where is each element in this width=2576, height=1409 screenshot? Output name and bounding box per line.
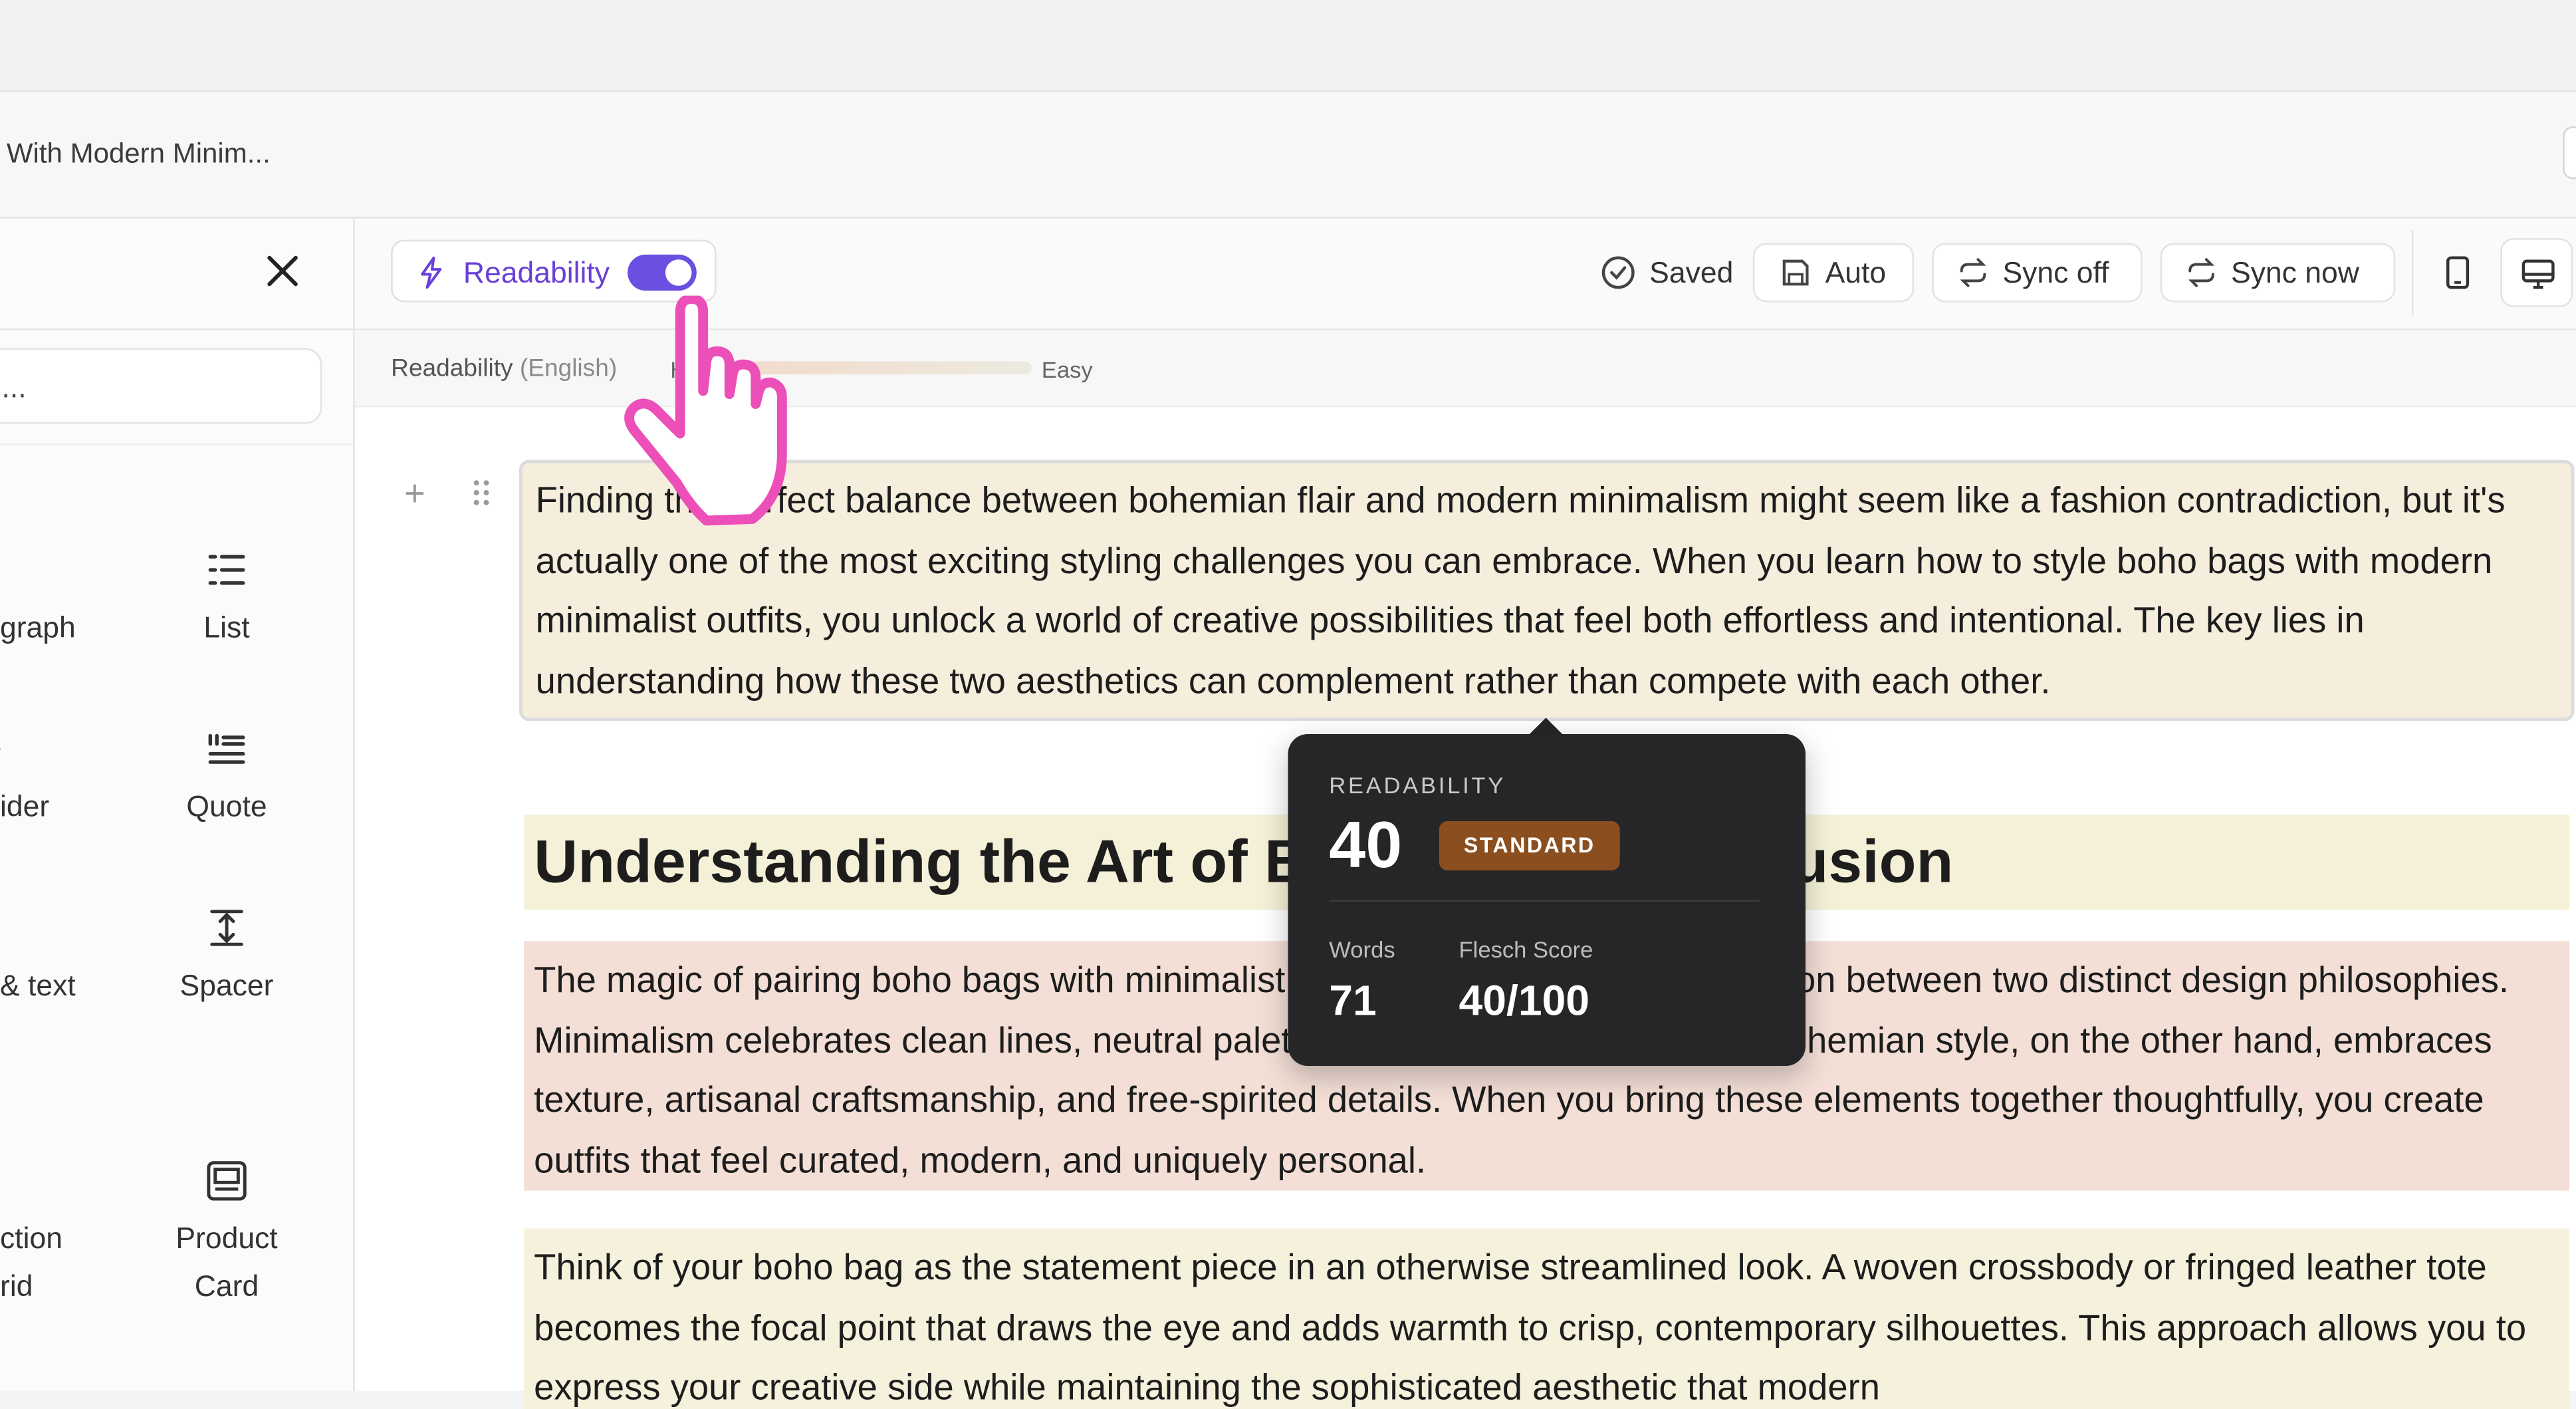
readability-bar-label: Readability (English)	[391, 354, 617, 382]
mobile-preview-button[interactable]	[2422, 238, 2494, 307]
mobile-icon	[2446, 256, 2470, 289]
drag-handle-icon[interactable]	[471, 478, 491, 507]
quote-icon	[208, 733, 245, 764]
block-label: List	[203, 610, 250, 644]
add-block-button[interactable]: +	[404, 473, 425, 515]
panel-divider	[0, 443, 354, 446]
collection-grid-icon	[0, 1160, 21, 1202]
block-spacer[interactable]: Spacer	[128, 906, 326, 1010]
save-icon	[1782, 259, 1809, 286]
tooltip-heading: READABILITY	[1329, 771, 1506, 799]
switch-knob	[665, 259, 692, 286]
tooltip-divider	[1329, 900, 1760, 902]
close-icon	[267, 255, 298, 287]
sync-icon	[1960, 258, 1986, 287]
words-label: Words	[1329, 936, 1395, 963]
sync-off-label: Sync off	[2002, 256, 2109, 289]
block-list[interactable]: List	[128, 549, 326, 652]
readability-score: 40	[1329, 809, 1403, 882]
easy-label: Easy	[1041, 356, 1093, 383]
desktop-icon	[2521, 259, 2555, 289]
saved-status: Saved	[1600, 255, 1733, 291]
block-quote[interactable]: Quote	[128, 727, 326, 831]
words-value: 71	[1329, 975, 1377, 1025]
close-panel-button[interactable]	[258, 246, 307, 295]
sync-now-label: Sync now	[2231, 256, 2359, 289]
spacer-icon	[210, 910, 243, 946]
window-top-bar	[0, 0, 2576, 92]
block-label: Spacer	[179, 969, 274, 1002]
block-label: Quote	[186, 790, 267, 823]
sync-now-button[interactable]: Sync now	[2160, 243, 2396, 303]
block-label-line2: rid	[0, 1269, 33, 1303]
image-text-icon	[0, 906, 21, 949]
paragraph-block[interactable]: Finding the perfect balance between bohe…	[519, 459, 2575, 721]
sync-off-button[interactable]: Sync off	[1932, 243, 2143, 303]
pointer-hand-icon	[624, 295, 787, 526]
flesch-value: 40/100	[1459, 975, 1590, 1025]
desktop-preview-button[interactable]	[2500, 238, 2573, 307]
block-label: & text	[0, 969, 76, 1002]
flesch-label: Flesch Score	[1459, 936, 1593, 963]
document-title-bar	[0, 92, 2576, 219]
check-circle-icon	[1601, 256, 1635, 289]
readability-switch[interactable]	[628, 254, 697, 291]
block-label: Product	[176, 1221, 278, 1255]
block-product-card[interactable]: Product Card	[128, 1160, 326, 1311]
paragraph-block[interactable]: Think of your boho bag as the statement …	[524, 1228, 2570, 1409]
tooltip-arrow	[1528, 717, 1564, 736]
divider-icon	[0, 748, 1, 750]
readability-language: (English)	[519, 354, 618, 383]
readability-toggle-label: Readability	[463, 256, 610, 289]
block-label-line2: Card	[194, 1269, 259, 1303]
readability-level-badge: STANDARD	[1439, 821, 1620, 871]
auto-label: Auto	[1825, 256, 1887, 289]
paragraph-icon	[0, 549, 21, 591]
bolt-icon	[421, 256, 442, 289]
readability-tooltip: READABILITY 40 STANDARD Words Flesch Sco…	[1288, 734, 1806, 1066]
product-card-icon	[207, 1161, 247, 1201]
block-label: ction	[0, 1221, 62, 1255]
readability-toggle[interactable]: Readability	[391, 239, 717, 303]
document-title[interactable]: With Modern Minim...	[7, 138, 271, 170]
sync-icon	[2188, 258, 2215, 287]
block-label: ider	[0, 790, 50, 823]
title-bar-action-button[interactable]	[2563, 126, 2576, 180]
device-preview-switcher	[2411, 229, 2576, 316]
readability-bar-title: Readability	[391, 354, 513, 383]
block-search-input[interactable]: ...	[0, 348, 322, 424]
list-icon	[208, 555, 245, 585]
saved-label: Saved	[1649, 256, 1734, 289]
auto-save-button[interactable]: Auto	[1752, 243, 1915, 303]
block-label: graph	[0, 610, 76, 644]
panel-divider	[0, 328, 354, 330]
